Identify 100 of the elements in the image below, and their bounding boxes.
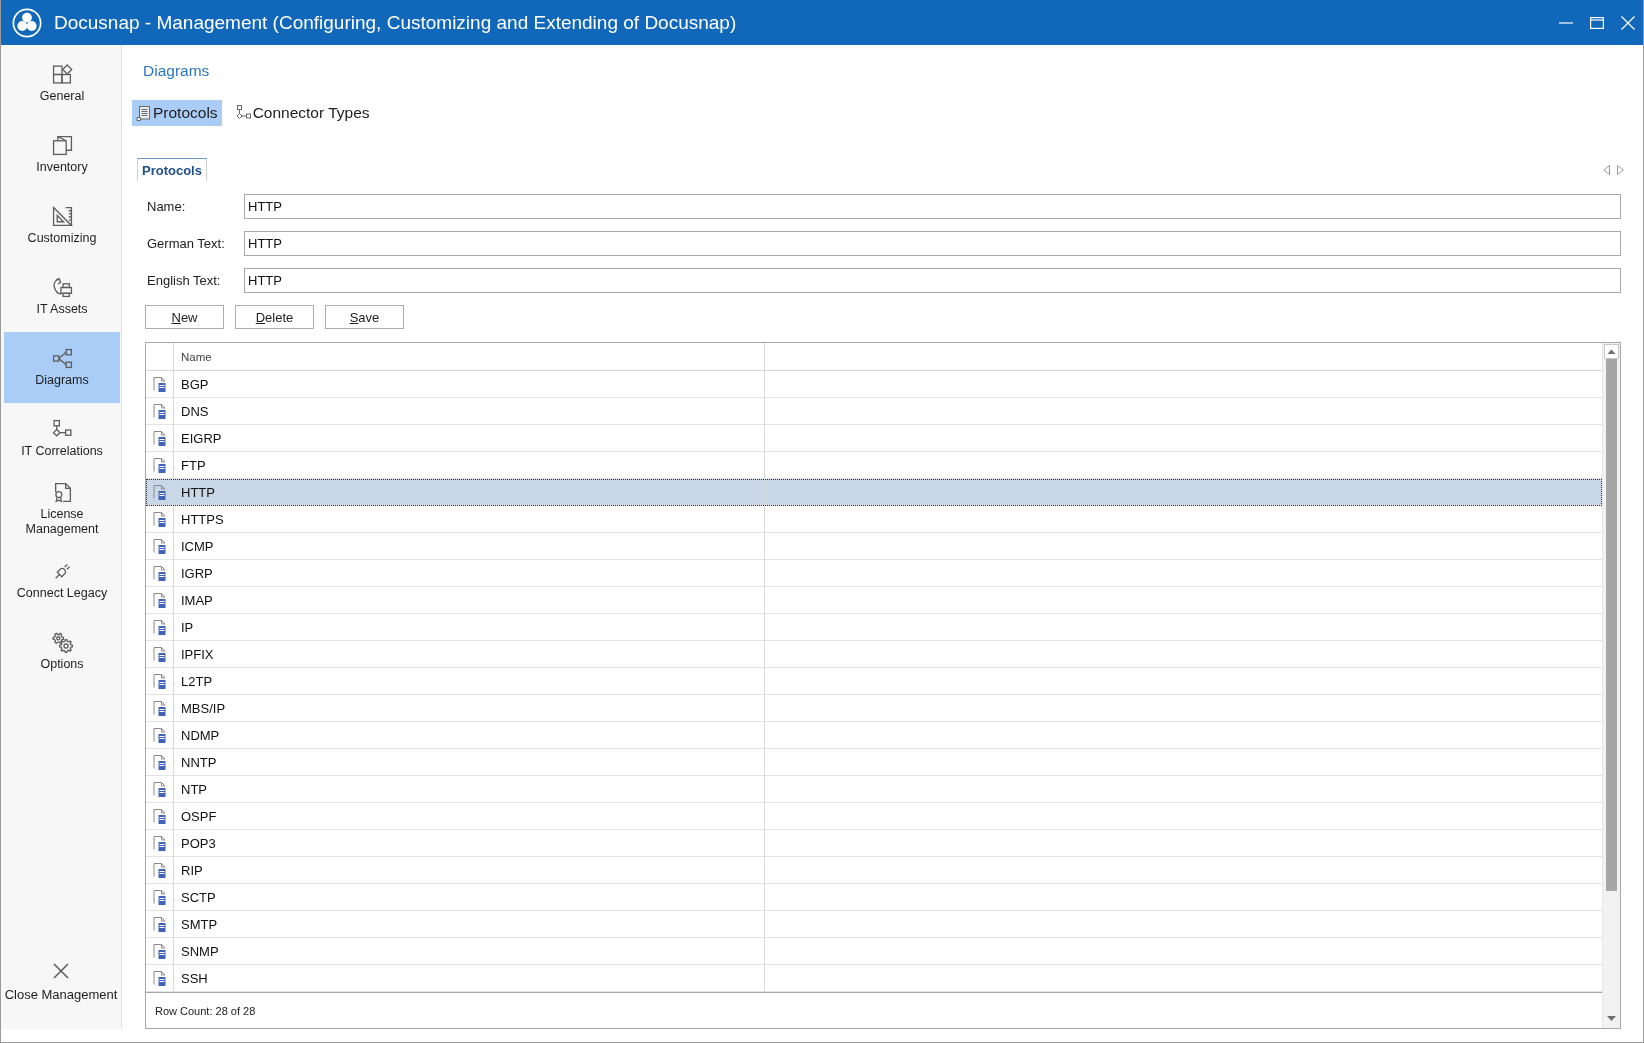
phone-printer-icon (51, 276, 73, 298)
table-row[interactable]: NTP (146, 776, 1602, 803)
table-cell: MBS/IP (174, 695, 765, 721)
gears-icon (51, 631, 73, 653)
document-icon (152, 835, 167, 851)
table-row[interactable]: IGRP (146, 560, 1602, 587)
sidebar-item[interactable]: Diagrams (4, 332, 120, 403)
document-icon (152, 754, 167, 770)
document-icon (152, 727, 167, 743)
maximize-icon (1589, 16, 1604, 29)
close-icon (1620, 15, 1635, 30)
table-cell: HTTPS (174, 506, 765, 532)
table-cell: NTP (174, 776, 765, 802)
table-row[interactable]: IPFIX (146, 641, 1602, 668)
column-header[interactable]: Name (174, 343, 765, 370)
action-button[interactable]: Save (325, 305, 404, 329)
sidebar-item[interactable]: IT Assets (4, 261, 120, 332)
table-row[interactable]: BGP (146, 371, 1602, 398)
tab[interactable]: Protocols (137, 158, 207, 181)
scroll-up-icon[interactable] (1604, 344, 1619, 359)
sidebar-item[interactable]: Customizing (4, 190, 120, 261)
shapes-icon (51, 63, 73, 85)
sidebar-item[interactable]: Connect Legacy (4, 545, 120, 616)
document-icon (152, 781, 167, 797)
table-row[interactable]: NNTP (146, 749, 1602, 776)
table-cell: SNMP (174, 938, 765, 964)
field-label: English Text: (146, 273, 222, 288)
document-icon (152, 700, 167, 716)
table-row[interactable]: SMTP (146, 911, 1602, 938)
table-cell: IP (174, 614, 765, 640)
document-icon (152, 916, 167, 932)
sidebar-item[interactable]: Inventory (4, 119, 120, 190)
table-row[interactable]: L2TP (146, 668, 1602, 695)
table-cell: L2TP (174, 668, 765, 694)
document-icon (152, 538, 167, 554)
table-row[interactable]: MBS/IP (146, 695, 1602, 722)
logo-icon (12, 7, 42, 38)
table-cell: EIGRP (174, 425, 765, 451)
field-label: Name: (146, 199, 187, 214)
document-icon (152, 403, 167, 419)
folder-stack-icon (51, 134, 73, 156)
document-icon (152, 565, 167, 581)
table-cell: SCTP (174, 884, 765, 910)
table-row[interactable]: ICMP (146, 533, 1602, 560)
table-row[interactable]: RIP (146, 857, 1602, 884)
connector-icon (235, 105, 252, 121)
sidebar-item[interactable]: License Management (4, 474, 120, 545)
table-row[interactable]: SCTP (146, 884, 1602, 911)
sidebar-item[interactable]: General (4, 48, 120, 119)
document-icon (152, 889, 167, 905)
document-icon (152, 511, 167, 527)
toolbar-button[interactable]: Protocols (132, 100, 222, 126)
row-count-text: Row Count: 28 of 28 (155, 1004, 256, 1017)
table-row[interactable]: IP (146, 614, 1602, 641)
table-cell: IMAP (174, 587, 765, 613)
table-row[interactable]: HTTP (146, 479, 1602, 506)
text-field[interactable]: HTTP (244, 194, 1621, 219)
text-field[interactable]: HTTP (244, 231, 1621, 256)
table-cell: DNS (174, 398, 765, 424)
document-icon (152, 484, 167, 500)
field-label: German Text: (146, 236, 226, 251)
scrollbar-thumb[interactable] (1606, 359, 1617, 891)
toolbar-button[interactable]: Connector Types (231, 100, 374, 126)
document-icon (152, 646, 167, 662)
action-button[interactable]: New (145, 305, 224, 329)
table-cell: RIP (174, 857, 765, 883)
table-cell: ICMP (174, 533, 765, 559)
window-title: Docusnap - Management (Configuring, Customizing and Extending of Docusnap) (54, 11, 738, 34)
page-title: Diagrams (143, 61, 210, 81)
table-cell: BGP (174, 371, 765, 397)
table-row[interactable]: SSH (146, 965, 1602, 992)
scroll-right-icon[interactable] (1617, 164, 1624, 175)
table-cell: IGRP (174, 560, 765, 586)
minimize-icon (1558, 21, 1573, 24)
document-icon (136, 105, 152, 121)
table-row[interactable]: POP3 (146, 830, 1602, 857)
sidebar-item[interactable]: Options (4, 616, 120, 687)
document-icon (152, 970, 167, 986)
close-management-button[interactable]: Close Management (1, 955, 121, 1011)
document-icon (152, 430, 167, 446)
table-cell: NNTP (174, 749, 765, 775)
text-field[interactable]: HTTP (244, 268, 1621, 293)
table-cell: SMTP (174, 911, 765, 937)
table-row[interactable]: EIGRP (146, 425, 1602, 452)
table-cell: NDMP (174, 722, 765, 748)
scroll-left-icon[interactable] (1603, 164, 1610, 175)
action-button[interactable]: Delete (235, 305, 314, 329)
sidebar-item[interactable]: IT Correlations (4, 403, 120, 474)
close-icon (53, 963, 69, 979)
document-icon (152, 808, 167, 824)
table-row[interactable]: SNMP (146, 938, 1602, 965)
scroll-down-icon[interactable] (1607, 1016, 1616, 1021)
table-row[interactable]: HTTPS (146, 506, 1602, 533)
table-row[interactable]: OSPF (146, 803, 1602, 830)
document-icon (152, 673, 167, 689)
table-row[interactable]: DNS (146, 398, 1602, 425)
document-icon (152, 862, 167, 878)
table-row[interactable]: IMAP (146, 587, 1602, 614)
table-row[interactable]: NDMP (146, 722, 1602, 749)
scrollbar[interactable] (1602, 343, 1620, 1028)
